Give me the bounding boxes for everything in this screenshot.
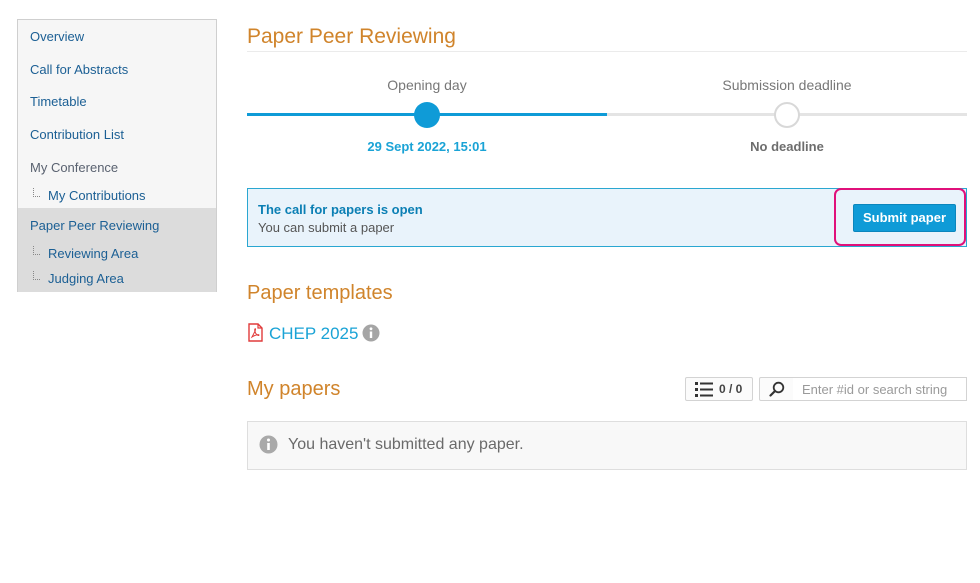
papers-count-filter[interactable]: 0 / 0 — [685, 377, 753, 401]
title-divider — [247, 51, 967, 52]
opening-day-marker — [414, 102, 440, 128]
sidebar-item-paper-peer-reviewing[interactable]: Paper Peer Reviewing — [30, 218, 159, 233]
paper-search-input[interactable] — [793, 377, 967, 401]
paper-templates-heading: Paper templates — [247, 282, 393, 304]
no-papers-message: You haven't submitted any paper. — [288, 436, 524, 453]
page-title: Paper Peer Reviewing — [247, 25, 456, 48]
opening-day-value: 29 Sept 2022, 15:01 — [367, 139, 487, 154]
sidebar-item-timetable[interactable]: Timetable — [30, 94, 87, 109]
sidebar-item-call-for-abstracts[interactable]: Call for Abstracts — [30, 62, 128, 77]
sidebar-item-contribution-list[interactable]: Contribution List — [30, 127, 124, 142]
submit-paper-button[interactable]: Submit paper — [853, 204, 956, 232]
sidebar-item-judging-area[interactable]: Judging Area — [33, 271, 124, 286]
search-icon — [769, 381, 785, 397]
deadline-marker — [774, 102, 800, 128]
sidebar-item-my-contributions[interactable]: My Contributions — [33, 188, 146, 203]
info-icon[interactable] — [362, 324, 380, 342]
opening-day-label: Opening day — [387, 77, 467, 93]
my-papers-heading: My papers — [247, 378, 341, 400]
submission-deadline-label: Submission deadline — [722, 77, 852, 93]
sidebar-item-reviewing-area[interactable]: Reviewing Area — [32, 246, 138, 261]
call-status-subtitle: You can submit a paper — [258, 220, 395, 235]
deadline-value: No deadline — [750, 139, 824, 154]
papers-count: 0 / 0 — [719, 382, 743, 396]
no-papers-notice: You haven't submitted any paper. — [247, 421, 967, 470]
template-link-chep-2025[interactable]: CHEP 2025 — [269, 324, 358, 344]
search-button[interactable] — [759, 377, 794, 401]
sidebar-item-overview[interactable]: Overview — [30, 29, 84, 44]
sidebar-menu: Overview Call for Abstracts Timetable Co… — [17, 19, 217, 292]
list-icon — [695, 382, 713, 397]
call-status-title: The call for papers is open — [258, 202, 423, 217]
pdf-icon — [248, 323, 263, 342]
sidebar-item-my-conference: My Conference — [30, 160, 119, 175]
info-icon — [259, 435, 278, 454]
